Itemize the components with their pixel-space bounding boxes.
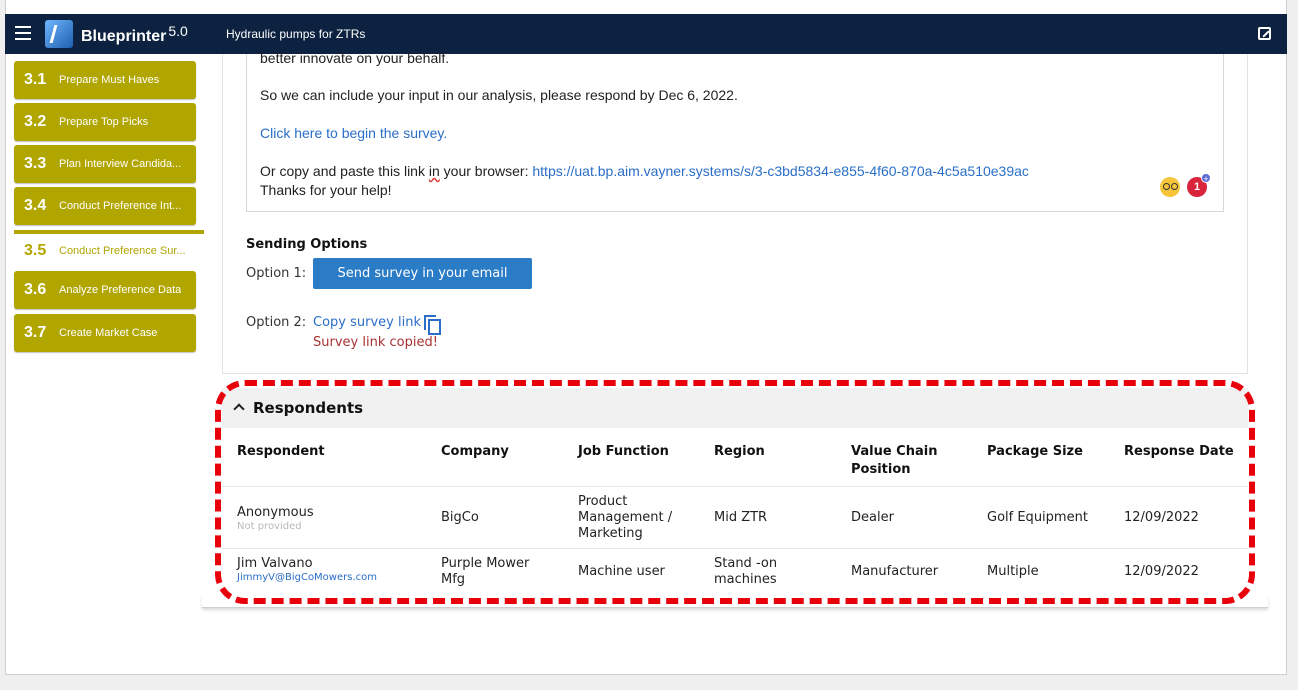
respondent-package-size: Golf Equipment bbox=[987, 510, 1088, 525]
respondent-company: BigCo bbox=[441, 510, 479, 525]
respondent-region: Mid ZTR bbox=[714, 510, 768, 525]
sidebar-step-3-7[interactable]: 3.7 Create Market Case bbox=[14, 314, 196, 352]
sidebar-step-3-5[interactable]: 3.5 Conduct Preference Sur... bbox=[14, 230, 204, 268]
email-text-respond: So we can include your input in our anal… bbox=[260, 87, 738, 103]
email-text-copy: Or copy and paste this link in your brow… bbox=[260, 163, 1029, 179]
content-card-bottom bbox=[202, 596, 1268, 608]
respondent-value-chain: Manufacturer bbox=[851, 564, 939, 579]
respondent-response-date: 12/09/2022 bbox=[1124, 510, 1199, 525]
column-header-job-function[interactable]: Job Function bbox=[578, 443, 669, 461]
sidebar-step-3-1[interactable]: 3.1 Prepare Must Haves bbox=[14, 61, 196, 99]
option-1-label: Option 1: bbox=[246, 266, 307, 281]
respondent-name: Anonymous Not provided bbox=[237, 505, 314, 532]
sidebar-step-3-3[interactable]: 3.3 Plan Interview Candida... bbox=[14, 145, 196, 183]
table-divider bbox=[222, 486, 1248, 487]
respondents-header[interactable]: Respondents bbox=[222, 388, 1248, 428]
respondent-job-function: Machine user bbox=[578, 564, 665, 579]
add-plus-icon[interactable]: + bbox=[1201, 173, 1211, 184]
column-header-package-size[interactable]: Package Size bbox=[987, 443, 1083, 461]
email-text-top: better innovate on your behalf. bbox=[260, 50, 450, 66]
send-survey-email-button[interactable]: Send survey in your email bbox=[313, 258, 532, 289]
column-header-region[interactable]: Region bbox=[714, 443, 765, 461]
respondent-job-function: Product Management / Marketing bbox=[578, 494, 673, 541]
respondent-response-date: 12/09/2022 bbox=[1124, 564, 1199, 579]
column-header-respondent[interactable]: Respondent bbox=[237, 443, 325, 461]
respondents-panel: Respondents Respondent Company Job Funct… bbox=[222, 388, 1248, 594]
app-brand: Blueprinter 5.0 bbox=[81, 23, 188, 45]
respondent-value-chain: Dealer bbox=[851, 510, 894, 525]
respondent-package-size: Multiple bbox=[987, 564, 1039, 579]
sending-options-title: Sending Options bbox=[246, 237, 368, 252]
email-text-thanks: Thanks for your help! bbox=[260, 182, 392, 198]
email-preview: better innovate on your behalf. So we ca… bbox=[246, 50, 1224, 212]
nerd-emoji-icon[interactable] bbox=[1160, 177, 1180, 197]
column-header-response-date[interactable]: Response Date bbox=[1124, 443, 1234, 461]
hamburger-menu-icon[interactable] bbox=[15, 26, 31, 40]
survey-url-link[interactable]: https://uat.bp.aim.vayner.systems/s/3-c3… bbox=[532, 163, 1029, 179]
column-header-company[interactable]: Company bbox=[441, 443, 509, 461]
column-header-value-chain[interactable]: Value Chain Position bbox=[851, 443, 951, 479]
project-title: Hydraulic pumps for ZTRs bbox=[226, 27, 366, 41]
top-bar: Blueprinter 5.0 Hydraulic pumps for ZTRs bbox=[5, 14, 1287, 54]
respondents-title: Respondents bbox=[253, 399, 364, 417]
copy-icon[interactable] bbox=[424, 315, 441, 335]
blueprinter-logo-icon bbox=[45, 20, 73, 48]
respondent-name: Jim Valvano JimmyV@BigCoMowers.com bbox=[237, 556, 377, 583]
chevron-up-icon[interactable] bbox=[233, 403, 245, 415]
fullscreen-expand-icon[interactable] bbox=[1258, 27, 1271, 40]
copy-survey-link[interactable]: Copy survey link bbox=[313, 315, 421, 330]
table-divider bbox=[222, 548, 1248, 549]
begin-survey-link[interactable]: Click here to begin the survey. bbox=[260, 125, 447, 141]
sidebar-step-3-4[interactable]: 3.4 Conduct Preference Int... bbox=[14, 187, 196, 225]
survey-link-copied-message: Survey link copied! bbox=[313, 335, 438, 350]
respondent-region: Stand -on machines bbox=[714, 556, 778, 587]
respondent-company: Purple Mower Mfg bbox=[441, 556, 530, 587]
option-2-label: Option 2: bbox=[246, 315, 307, 330]
sidebar-step-3-2[interactable]: 3.2 Prepare Top Picks bbox=[14, 103, 196, 141]
sidebar-step-3-6[interactable]: 3.6 Analyze Preference Data bbox=[14, 271, 196, 309]
page-background bbox=[0, 675, 1298, 690]
